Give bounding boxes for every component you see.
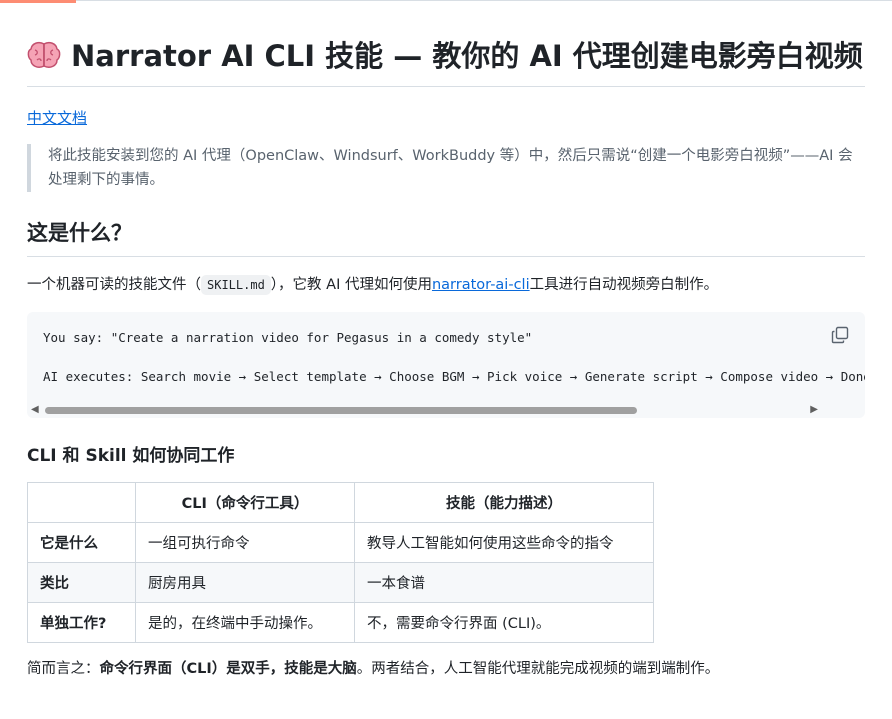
what-is-description: 一个机器可读的技能文件（ SKILL.md ），它教 AI 代理如何使用narrat…	[27, 273, 865, 297]
table-cell: 是的，在终端中手动操作。	[135, 602, 355, 643]
table-cell: 厨房用具	[135, 562, 355, 603]
top-rule	[0, 0, 892, 1]
table-row-label: 单独工作?	[27, 602, 136, 643]
table-cell: 一本食谱	[354, 562, 654, 603]
table-row: 单独工作? 是的，在终端中手动操作。 不，需要命令行界面 (CLI)。	[27, 602, 654, 643]
desc-text-after: 工具进行自动视频旁白制作。	[529, 277, 719, 293]
horizontal-scrollbar[interactable]: ◀ ▶	[27, 402, 822, 418]
section-heading-how: CLI 和 Skill 如何协同工作	[27, 446, 235, 466]
comparison-table: CLI（命令行工具） 技能（能力描述） 它是什么 一组可执行命令 教导人工智能如…	[27, 482, 654, 643]
code-line-2: AI executes: Search movie → Select templ…	[43, 369, 865, 384]
scrollbar-thumb[interactable]	[45, 407, 637, 414]
skill-file-code: SKILL.md	[201, 275, 271, 295]
page-title-text: Narrator AI CLI 技能 — 教你的 AI 代理创建电影旁白视频	[71, 39, 863, 73]
table-header-cell: CLI（命令行工具）	[135, 482, 355, 523]
table-cell: 不，需要命令行界面 (CLI)。	[354, 602, 654, 643]
summary-prefix: 简而言之：	[27, 661, 100, 677]
desc-text-before: 一个机器可读的技能文件（	[27, 277, 201, 293]
scroll-right-arrow-icon[interactable]: ▶	[810, 404, 818, 415]
table-row-label: 它是什么	[27, 522, 136, 563]
summary-bold: 命令行界面（CLI）是双手，技能是大脑	[99, 661, 357, 677]
summary-paragraph: 简而言之：命令行界面（CLI）是双手，技能是大脑。两者结合，人工智能代理就能完成…	[27, 657, 865, 681]
desc-text-middle: ），它教 AI 代理如何使用	[270, 277, 432, 293]
copy-icon[interactable]	[831, 326, 849, 344]
intro-quote: 将此技能安装到您的 AI 代理（OpenClaw、Windsurf、WorkBu…	[27, 144, 865, 192]
table-row: 类比 厨房用具 一本食谱	[27, 562, 654, 603]
table-cell: 一组可执行命令	[135, 522, 355, 563]
table-row: 它是什么 一组可执行命令 教导人工智能如何使用这些命令的指令	[27, 522, 654, 563]
readme-content: Narrator AI CLI 技能 — 教你的 AI 代理创建电影旁白视频 中…	[27, 36, 865, 681]
table-header-cell: 技能（能力描述）	[354, 482, 654, 523]
table-header-row: CLI（命令行工具） 技能（能力描述）	[27, 482, 654, 523]
narrator-ai-cli-link[interactable]: narrator-ai-cli	[432, 277, 530, 293]
table-cell: 教导人工智能如何使用这些命令的指令	[354, 522, 654, 563]
brain-icon	[27, 41, 61, 68]
scroll-left-arrow-icon[interactable]: ◀	[31, 404, 39, 415]
active-tab-indicator	[0, 0, 76, 3]
table-header-cell	[27, 482, 136, 523]
page-title: Narrator AI CLI 技能 — 教你的 AI 代理创建电影旁白视频	[27, 36, 865, 87]
code-block: You say: "Create a narration video for P…	[27, 312, 865, 418]
summary-suffix: 。两者结合，人工智能代理就能完成视频的端到端制作。	[356, 661, 720, 677]
code-line-1: You say: "Create a narration video for P…	[43, 330, 533, 345]
chinese-docs-link[interactable]: 中文文档	[27, 107, 87, 128]
section-heading-what-is: 这是什么？	[27, 218, 865, 257]
table-row-label: 类比	[27, 562, 136, 603]
page: Narrator AI CLI 技能 — 教你的 AI 代理创建电影旁白视频 中…	[0, 0, 892, 719]
